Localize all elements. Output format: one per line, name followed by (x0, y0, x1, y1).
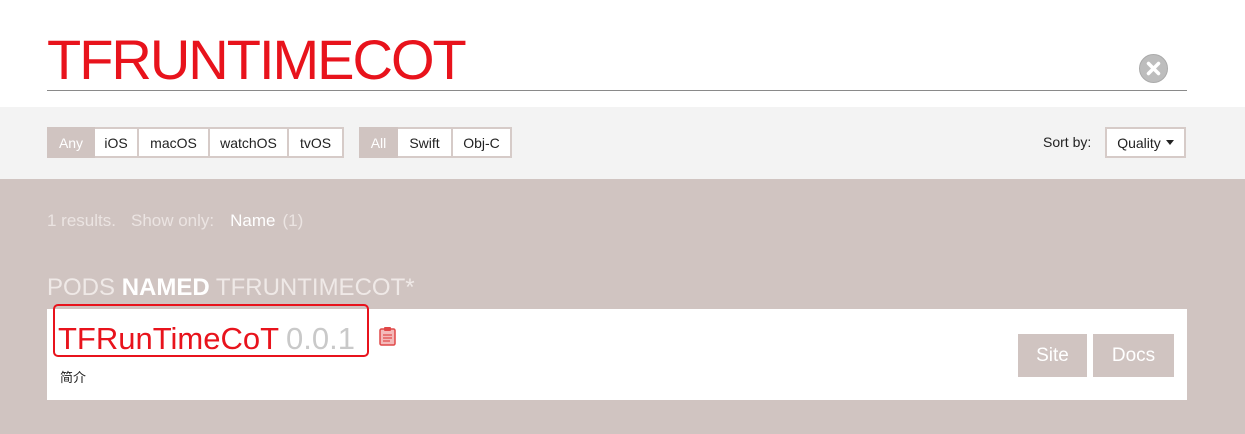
language-all-button[interactable]: All (359, 127, 398, 158)
show-only-label: Show only: (130, 211, 215, 230)
platform-watchos-button[interactable]: watchOS (208, 127, 289, 158)
section-heading-prefix: PODS (47, 274, 116, 301)
sort-dropdown[interactable]: Quality (1105, 127, 1186, 158)
language-objc-button[interactable]: Obj-C (451, 127, 512, 158)
pod-result-card: TFRunTimeCoT 0.0.1 简介 Site Docs (47, 309, 1187, 400)
sort-by-label: Sort by: (1043, 134, 1092, 150)
pod-name-link[interactable]: TFRunTimeCoT (58, 321, 279, 356)
section-heading-query: TFRUNTIMECOT* (215, 274, 415, 301)
close-circle-icon (1139, 54, 1168, 83)
platform-macos-button[interactable]: macOS (137, 127, 210, 158)
platform-tvos-button[interactable]: tvOS (287, 127, 344, 158)
section-heading-emphasis: NAMED (121, 274, 210, 301)
pod-summary: 简介 (60, 370, 87, 385)
platform-ios-button[interactable]: iOS (93, 127, 139, 158)
name-filter-link[interactable]: Name (230, 211, 275, 231)
docs-button[interactable]: Docs (1093, 334, 1174, 377)
results-summary: 1 results. Show only: Name (1) (47, 211, 303, 231)
pod-version: 0.0.1 (286, 321, 355, 356)
filter-bar: Any iOS macOS watchOS tvOS All Swift Obj… (0, 107, 1245, 179)
clipboard-icon (379, 327, 396, 346)
results-count: 1 results. (47, 211, 116, 230)
results-area: 1 results. Show only: Name (1) PODS NAME… (0, 179, 1245, 434)
sort-value: Quality (1117, 134, 1161, 151)
search-underline (47, 90, 1187, 91)
clear-search-button[interactable] (1139, 54, 1168, 83)
language-swift-button[interactable]: Swift (396, 127, 453, 158)
search-header (0, 0, 1245, 107)
name-filter-count: (1) (282, 211, 304, 230)
section-heading: PODS NAMED TFRUNTIMECOT* (47, 274, 415, 302)
pod-title: TFRunTimeCoT 0.0.1 (58, 321, 355, 357)
language-filter-group: All Swift Obj-C (359, 127, 512, 158)
search-input[interactable] (47, 31, 1127, 89)
platform-any-button[interactable]: Any (47, 127, 95, 158)
copy-podfile-button[interactable] (379, 326, 396, 346)
platform-filter-group: Any iOS macOS watchOS tvOS (47, 127, 344, 158)
caret-down-icon (1165, 140, 1174, 145)
site-button[interactable]: Site (1018, 334, 1087, 377)
